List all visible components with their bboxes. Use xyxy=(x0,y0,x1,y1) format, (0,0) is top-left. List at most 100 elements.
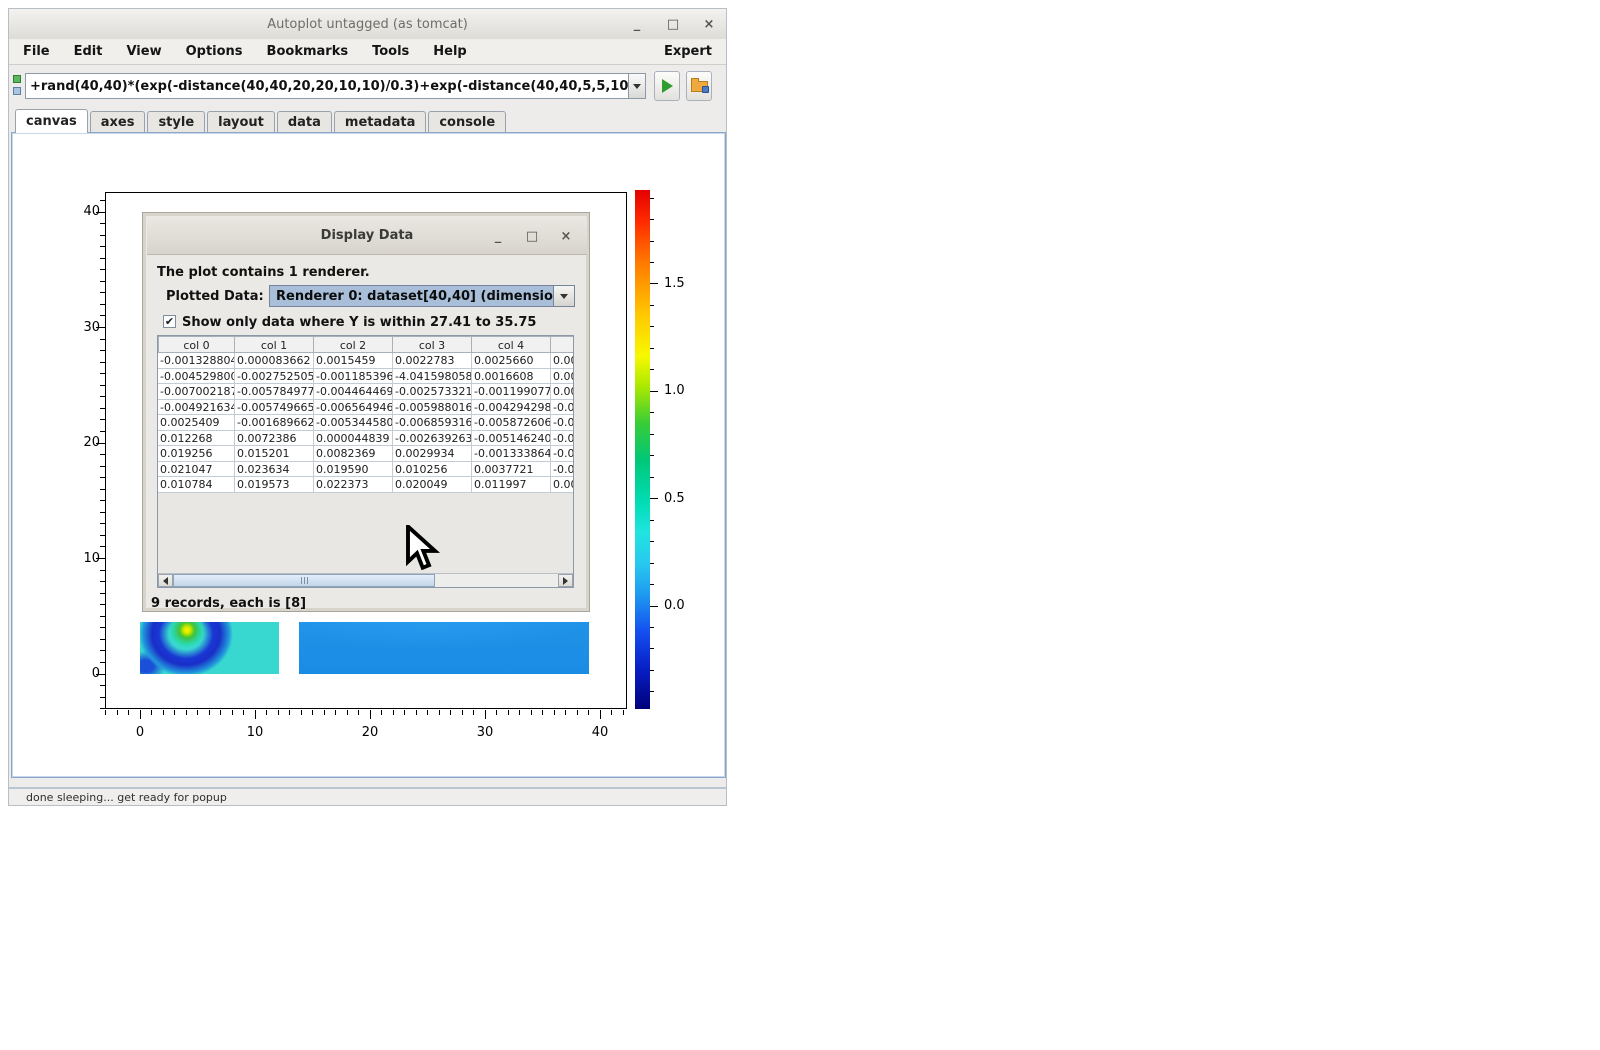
table-cell[interactable]: -0.001689662... xyxy=(235,415,314,431)
tab-layout[interactable]: layout xyxy=(207,111,275,133)
table-cell[interactable]: -0.002752505... xyxy=(235,369,314,385)
scroll-right-button[interactable] xyxy=(558,574,573,587)
menu-item-bookmarks[interactable]: Bookmarks xyxy=(267,44,349,59)
close-icon[interactable]: × xyxy=(702,17,716,31)
data-table-scrollpane[interactable]: col 0col 1col 2col 3col 4-0.001328804...… xyxy=(157,335,574,588)
scrollbar-thumb[interactable] xyxy=(173,574,435,587)
table-cell[interactable]: 0.0015459 xyxy=(314,353,393,369)
table-cell[interactable]: -0.004921634... xyxy=(158,400,235,416)
dialog-minimize-icon[interactable]: _ xyxy=(491,229,505,243)
tab-canvas[interactable]: canvas xyxy=(15,109,88,133)
dialog-maximize-icon[interactable]: □ xyxy=(525,229,539,243)
table-cell[interactable]: 0.0037721 xyxy=(472,462,551,478)
table-cell[interactable]: 0.0072386 xyxy=(235,431,314,447)
table-cell[interactable]: -0.004464469... xyxy=(314,384,393,400)
table-cell[interactable]: 0.0029934 xyxy=(393,446,472,462)
table-cell[interactable]: 0.00 xyxy=(551,384,574,400)
table-row[interactable]: 0.0107840.0195730.0223730.0200490.011997… xyxy=(158,477,574,493)
table-cell[interactable]: 0.021047 xyxy=(158,462,235,478)
menu-item-tools[interactable]: Tools xyxy=(372,44,409,59)
table-cell[interactable]: -0.005146240... xyxy=(472,431,551,447)
table-cell[interactable]: -0.007002187... xyxy=(158,384,235,400)
menu-item-help[interactable]: Help xyxy=(433,44,466,59)
table-cell[interactable]: 0.023634 xyxy=(235,462,314,478)
table-row[interactable]: -0.004921634...-0.005749665...-0.0065649… xyxy=(158,400,574,416)
uri-input[interactable]: +rand(40,40)*(exp(-distance(40,40,20,20,… xyxy=(25,73,629,99)
minimize-icon[interactable]: _ xyxy=(630,17,644,31)
table-cell[interactable]: 0.010256 xyxy=(393,462,472,478)
tab-style[interactable]: style xyxy=(147,111,205,133)
table-cell[interactable]: -0.005784977... xyxy=(235,384,314,400)
maximize-icon[interactable]: □ xyxy=(666,17,680,31)
table-cell[interactable]: 0.00 xyxy=(551,369,574,385)
app-titlebar[interactable]: Autoplot untagged (as tomcat) _ □ × xyxy=(9,9,726,39)
table-cell[interactable]: -0.004294298... xyxy=(472,400,551,416)
table-cell[interactable]: -0.001199077... xyxy=(472,384,551,400)
table-header-cell[interactable]: col 1 xyxy=(235,336,314,353)
table-header-cell[interactable]: col 2 xyxy=(314,336,393,353)
table-header-cell[interactable] xyxy=(551,336,574,353)
table-cell[interactable]: 0.012268 xyxy=(158,431,235,447)
horizontal-scrollbar[interactable] xyxy=(158,573,573,587)
table-header-cell[interactable]: col 4 xyxy=(472,336,551,353)
table-cell[interactable]: -0.002573321... xyxy=(393,384,472,400)
table-cell[interactable]: 0.011997 xyxy=(472,477,551,493)
table-cell[interactable]: 0.022373 xyxy=(314,477,393,493)
table-cell[interactable]: -0.006564946... xyxy=(314,400,393,416)
tab-axes[interactable]: axes xyxy=(90,111,146,133)
tab-data[interactable]: data xyxy=(277,111,332,133)
table-cell[interactable]: 0.0025409 xyxy=(158,415,235,431)
table-cell[interactable]: -0.0 xyxy=(551,446,574,462)
table-cell[interactable]: 0.0082369 xyxy=(314,446,393,462)
table-cell[interactable]: -0.0 xyxy=(551,462,574,478)
expert-menu[interactable]: Expert xyxy=(664,44,712,59)
table-cell[interactable]: 0.00 xyxy=(551,353,574,369)
plotted-data-select[interactable]: Renderer 0: dataset[40,40] (dimension... xyxy=(269,285,575,307)
inspect-uri-button[interactable] xyxy=(686,71,712,101)
table-row[interactable]: -0.001328804...0.0000836620.0015459 0.002… xyxy=(158,353,574,369)
table-cell[interactable]: 0.019256 xyxy=(158,446,235,462)
table-header-cell[interactable]: col 3 xyxy=(393,336,472,353)
uri-dropdown-button[interactable] xyxy=(628,73,646,99)
combobox-arrow-button[interactable] xyxy=(553,286,574,306)
table-row[interactable]: -0.004529800...-0.002752505...-0.0011853… xyxy=(158,369,574,385)
table-cell[interactable]: -0.0 xyxy=(551,400,574,416)
table-cell[interactable]: -0.002639263... xyxy=(393,431,472,447)
filter-checkbox[interactable]: ✔ xyxy=(163,315,176,328)
table-cell[interactable]: 0.019590 xyxy=(314,462,393,478)
table-cell[interactable]: -0.005749665... xyxy=(235,400,314,416)
plot-canvas[interactable]: 4030201000102030401.51.00.50.0 Display D… xyxy=(11,132,726,778)
menu-item-file[interactable]: File xyxy=(23,44,50,59)
table-cell[interactable]: -0.0 xyxy=(551,431,574,447)
menu-item-view[interactable]: View xyxy=(126,44,161,59)
table-cell[interactable]: -4.041598058... xyxy=(393,369,472,385)
table-cell[interactable]: -0.006859316... xyxy=(393,415,472,431)
table-cell[interactable]: 0.00 xyxy=(551,477,574,493)
scroll-left-button[interactable] xyxy=(158,574,173,587)
table-cell[interactable]: 0.019573 xyxy=(235,477,314,493)
table-row[interactable]: 0.0210470.0236340.0195900.0102560.003772… xyxy=(158,462,574,478)
table-cell[interactable]: -0.005344580... xyxy=(314,415,393,431)
table-cell[interactable]: -0.005872606... xyxy=(472,415,551,431)
table-row[interactable]: 0.0192560.0152010.00823690.0029934-0.001… xyxy=(158,446,574,462)
table-cell[interactable]: 0.0025660 xyxy=(472,353,551,369)
table-cell[interactable]: 0.000044839 xyxy=(314,431,393,447)
table-row[interactable]: 0.0025409-0.001689662...-0.005344580...-… xyxy=(158,415,574,431)
table-row[interactable]: -0.007002187...-0.005784977...-0.0044644… xyxy=(158,384,574,400)
table-cell[interactable]: -0.001185396... xyxy=(314,369,393,385)
menu-item-options[interactable]: Options xyxy=(186,44,243,59)
table-cell[interactable]: -0.004529800... xyxy=(158,369,235,385)
table-cell[interactable]: -0.001333864... xyxy=(472,446,551,462)
table-cell[interactable]: -0.001328804... xyxy=(158,353,235,369)
table-cell[interactable]: 0.010784 xyxy=(158,477,235,493)
tab-metadata[interactable]: metadata xyxy=(334,111,426,133)
table-cell[interactable]: -0.0 xyxy=(551,415,574,431)
table-header-cell[interactable]: col 0 xyxy=(158,336,235,353)
menu-item-edit[interactable]: Edit xyxy=(74,44,103,59)
table-cell[interactable]: 0.000083662 xyxy=(235,353,314,369)
table-row[interactable]: 0.0122680.00723860.000044839-0.002639263… xyxy=(158,431,574,447)
table-cell[interactable]: -0.005988016... xyxy=(393,400,472,416)
go-button[interactable] xyxy=(654,71,680,101)
tab-console[interactable]: console xyxy=(428,111,506,133)
table-cell[interactable]: 0.020049 xyxy=(393,477,472,493)
